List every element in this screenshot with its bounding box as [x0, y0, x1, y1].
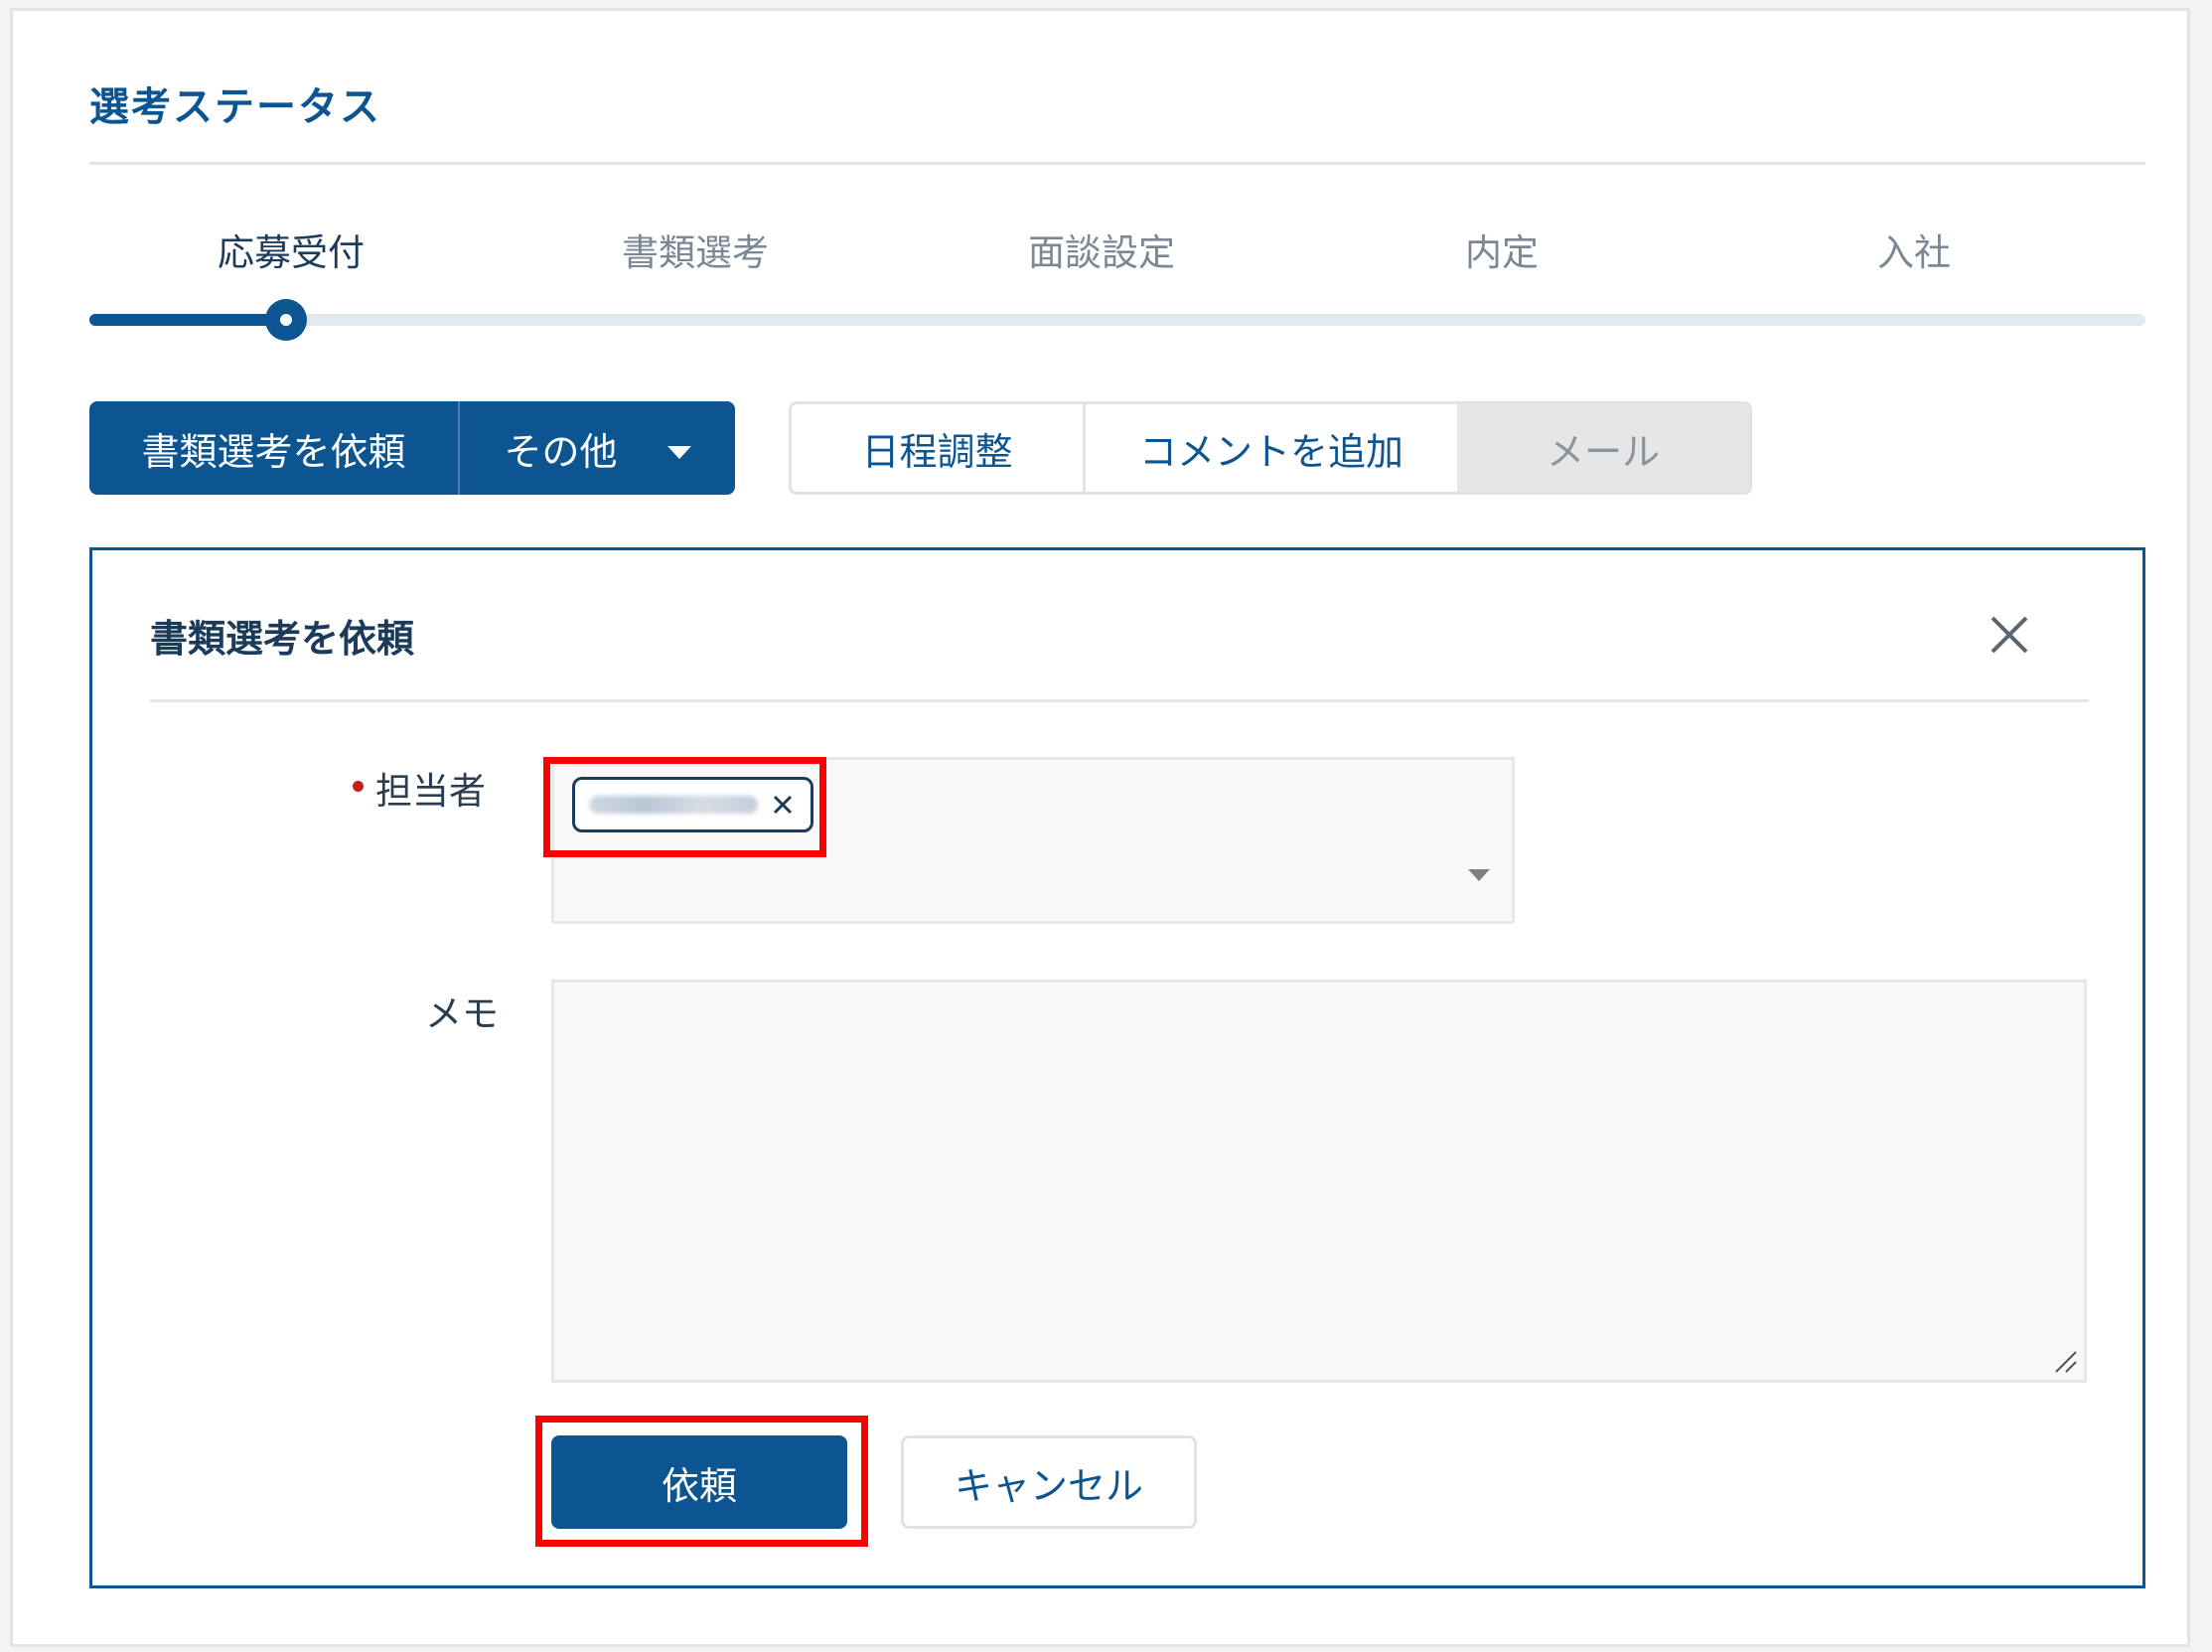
- request-screening-label: 書類選考を依頼: [141, 429, 406, 474]
- cancel-label: キャンセル: [954, 1463, 1143, 1508]
- progress-fill: [89, 314, 288, 326]
- step-offer[interactable]: 内定: [1465, 223, 1539, 276]
- memo-textarea[interactable]: [551, 979, 2087, 1383]
- panel-title: 書類選考を依頼: [150, 617, 415, 661]
- schedule-button[interactable]: 日程調整: [792, 404, 1086, 492]
- progress-knob-dot: [280, 314, 292, 326]
- request-screening-button[interactable]: 書類選考を依頼: [89, 401, 458, 495]
- close-icon[interactable]: [1985, 610, 2034, 660]
- select-caret-icon[interactable]: [1468, 869, 1490, 881]
- secondary-action-group: 日程調整 コメントを追加 メール: [789, 401, 1752, 495]
- resize-handle-icon[interactable]: [2052, 1348, 2078, 1374]
- mail-button[interactable]: メール: [1457, 404, 1749, 492]
- progress-track: [89, 314, 2145, 326]
- other-dropdown-button[interactable]: その他: [460, 401, 735, 495]
- step-application-received[interactable]: 応募受付: [218, 223, 365, 276]
- assignee-chip-highlight: [543, 757, 826, 857]
- cancel-button[interactable]: キャンセル: [901, 1435, 1197, 1529]
- other-label: その他: [504, 429, 618, 474]
- submit-button-highlight: [535, 1416, 868, 1547]
- memo-label: メモ: [425, 992, 499, 1035]
- add-comment-button[interactable]: コメントを追加: [1086, 404, 1457, 492]
- step-document-screening[interactable]: 書類選考: [622, 223, 769, 276]
- chevron-down-icon: [666, 445, 691, 459]
- step-joined[interactable]: 入社: [1877, 223, 1951, 276]
- required-indicator: [353, 781, 364, 792]
- step-interview-setup[interactable]: 面談設定: [1028, 223, 1175, 276]
- assignee-label: 担当者: [375, 770, 486, 813]
- panel-divider: [150, 699, 2089, 702]
- title-divider: [89, 162, 2145, 165]
- selection-status-card: 選考ステータス 応募受付 書類選考 面談設定 内定 入社 書類選考を依頼 その他…: [10, 8, 2190, 1647]
- progress-knob[interactable]: [265, 299, 307, 341]
- request-screening-panel: 書類選考を依頼 担当者 メモ 依頼 キャンセル: [89, 547, 2145, 1588]
- page-title: 選考ステータス: [89, 84, 381, 130]
